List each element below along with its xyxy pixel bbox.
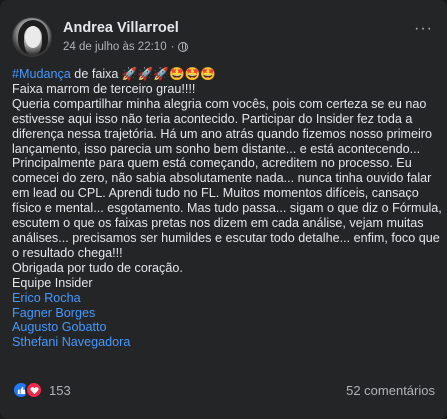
post-text-segment: comecei do zero, não sabia absolutamente…	[12, 171, 432, 186]
post-header: Andrea Villarroel 24 de julho às 22:10 ·	[12, 17, 189, 57]
mention-link[interactable]: Augusto Gobatto	[12, 320, 107, 334]
post-text-segment: Queria compartilhar minha alegria com vo…	[12, 96, 427, 111]
post-text-segment: Faixa marrom de terceiro grau!!!!	[12, 81, 196, 96]
separator-dot: ·	[170, 41, 175, 53]
post-text-segment: de faixa 🚀🚀🚀🤩🤩🤩	[70, 67, 217, 81]
more-options-icon[interactable]: ···	[414, 20, 433, 38]
post-text-segment: análises... precisamos ser humildes e es…	[12, 230, 440, 245]
post-line: estivesse aqui isso não teria acontecido…	[12, 112, 435, 127]
post-card: Andrea Villarroel 24 de julho às 22:10 ·…	[0, 0, 447, 419]
post-text-segment: estivesse aqui isso não teria acontecido…	[12, 111, 413, 126]
post-line: Principalmente para quem está começando,…	[12, 156, 435, 171]
post-line: escutem o que os faixas pretas nos dizem…	[12, 216, 435, 231]
post-line: diferença nessa trajetória. Há um ano at…	[12, 127, 435, 142]
post-line: Obrigada por tudo de coração.	[12, 261, 435, 276]
post-line: em lead ou CPL. Aprendi tudo no FL. Muit…	[12, 186, 435, 201]
post-text-segment: em lead ou CPL. Aprendi tudo no FL. Muit…	[12, 186, 419, 201]
post-line: Fagner Borges	[12, 306, 435, 321]
post-text-segment: Obrigada por tudo de coração.	[12, 260, 183, 275]
post-line: o resultado chega!!!	[12, 246, 435, 261]
post-line: físico e mental... esgotamento. Mas tudo…	[12, 201, 442, 216]
post-line: Faixa marrom de terceiro grau!!!!	[12, 82, 435, 97]
post-text-segment: físico e mental... esgotamento. Mas tudo…	[12, 201, 442, 216]
avatar[interactable]	[12, 17, 52, 57]
reactions-summary[interactable]: 153	[12, 381, 71, 399]
post-line: lançamento, isso parecia um sonho bem di…	[12, 142, 435, 157]
hashtag-link[interactable]: #Mudança	[12, 67, 71, 81]
love-icon	[25, 381, 43, 399]
mention-link[interactable]: Sthefani Navegadora	[12, 335, 130, 349]
post-text-segment: diferença nessa trajetória. Há um ano at…	[12, 126, 433, 141]
post-timestamp[interactable]: 24 de julho às 22:10	[63, 39, 167, 55]
comments-count[interactable]: 52 comentários	[346, 383, 435, 398]
post-text-segment: lançamento, isso parecia um sonho bem di…	[12, 141, 421, 156]
post-subline: 24 de julho às 22:10 ·	[63, 39, 189, 55]
post-footer: 153 52 comentários	[12, 381, 435, 399]
post-text-segment: Principalmente para quem está começando,…	[12, 156, 412, 171]
reaction-count[interactable]: 153	[49, 383, 71, 398]
avatar-face	[25, 26, 41, 48]
author-name[interactable]: Andrea Villarroel	[63, 19, 188, 37]
post-text-segment: Equipe Insider	[12, 275, 93, 290]
mention-link[interactable]: Erico Rocha	[12, 291, 81, 305]
post-text: #Mudança de faixa 🚀🚀🚀🤩🤩🤩 Faixa marrom de …	[12, 67, 442, 350]
post-line: análises... precisamos ser humildes e es…	[12, 231, 440, 246]
post-line: comecei do zero, não sabia absolutamente…	[12, 171, 435, 186]
post-line: Sthefani Navegadora	[12, 335, 435, 350]
globe-icon[interactable]	[178, 42, 189, 52]
post-line: Augusto Gobatto	[12, 320, 435, 335]
post-line: #Mudança de faixa 🚀🚀🚀🤩🤩🤩	[12, 67, 435, 82]
mention-link[interactable]: Fagner Borges	[12, 306, 95, 320]
post-line: Equipe Insider	[12, 276, 435, 291]
post-meta: Andrea Villarroel 24 de julho às 22:10 ·	[63, 19, 189, 55]
post-text-segment: o resultado chega!!!	[12, 245, 123, 260]
post-line: Erico Rocha	[12, 291, 435, 306]
post-text-segment: escutem o que os faixas pretas nos dizem…	[12, 216, 424, 231]
post-line: Queria compartilhar minha alegria com vo…	[12, 97, 435, 112]
